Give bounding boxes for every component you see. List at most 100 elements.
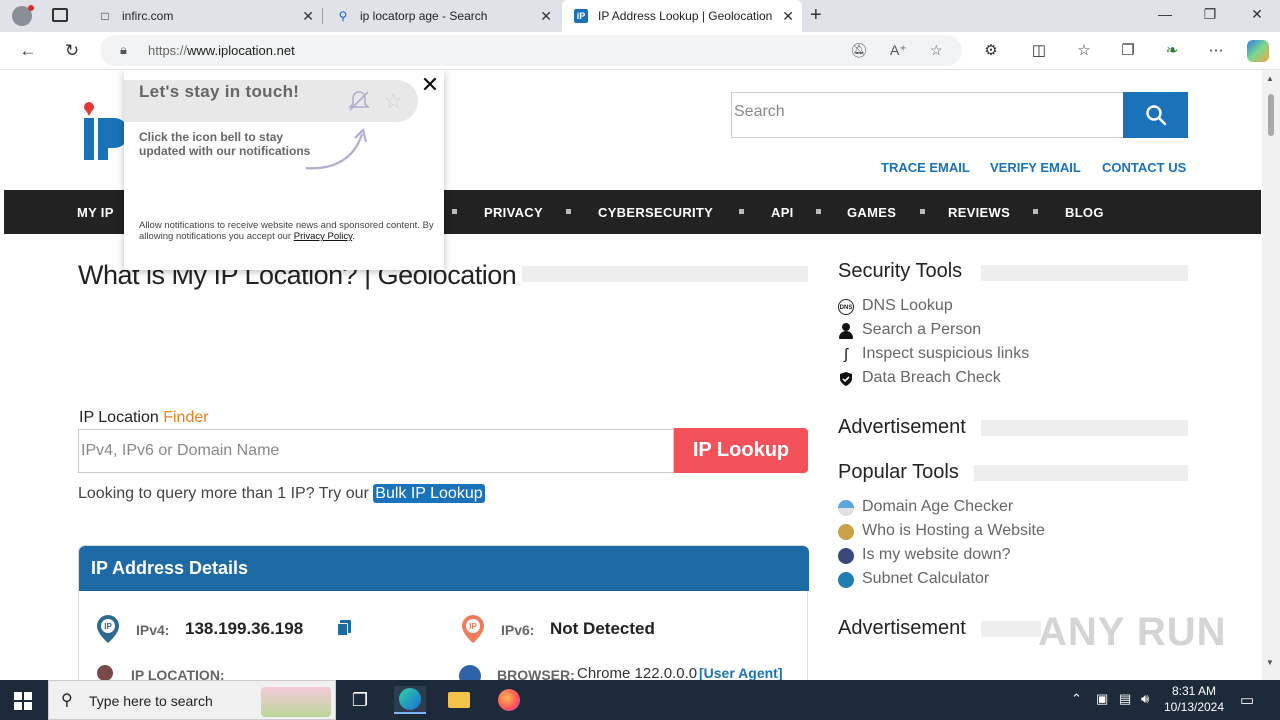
popup-close-icon[interactable]: ✕ (418, 72, 442, 98)
task-view-icon[interactable]: ❐ (344, 686, 376, 714)
extensions-icon[interactable]: ⚙ (981, 41, 1001, 59)
copy-icon[interactable] (337, 620, 351, 636)
browser-globe-icon (459, 665, 481, 680)
popup-title: Let's stay in touch! (139, 82, 300, 101)
bell-off-icon[interactable] (346, 88, 372, 114)
iplocation-logo[interactable] (82, 98, 130, 162)
tab-separator (322, 8, 323, 24)
site-search-input[interactable]: Search (731, 92, 1123, 138)
notification-dot (28, 5, 34, 11)
chevron-up-icon[interactable]: ⌃ (1071, 691, 1082, 707)
nav-reviews[interactable]: REVIEWS (948, 205, 1010, 220)
nav-privacy[interactable]: PRIVACY (484, 205, 543, 220)
person-icon (838, 323, 854, 339)
more-icon[interactable]: ⋯ (1206, 41, 1226, 59)
search-button[interactable] (1123, 92, 1188, 138)
hosting-icon (838, 524, 854, 540)
restore-icon[interactable]: ❐ (1200, 6, 1220, 23)
tab-infirc[interactable]: □ infirc.com ✕ (86, 0, 322, 32)
ip-input[interactable]: IPv4, IPv6 or Domain Name (78, 429, 674, 473)
performance-icon[interactable]: ❧ (1162, 41, 1182, 59)
website-down-icon (838, 548, 854, 564)
nav-my-ip[interactable]: MY IP (77, 205, 114, 220)
clock[interactable]: 8:31 AM 10/13/2024 (1162, 683, 1226, 715)
tab-search[interactable]: ⚲ ip locatorp age - Search ✕ (324, 0, 560, 32)
ipv6-pin-icon: IP (462, 615, 484, 643)
tab-iplocation[interactable]: iP IP Address Lookup | Geolocation ✕ (562, 0, 802, 32)
privacy-policy-link[interactable]: Privacy Policy (294, 231, 352, 242)
taskbar-search[interactable]: ⚲ Type here to search (48, 680, 336, 720)
nav-separator (816, 209, 821, 214)
popup-consent-text: Allow notifications to receive website n… (139, 220, 434, 242)
domain-age-icon (838, 500, 854, 516)
copilot-icon[interactable] (1247, 40, 1269, 62)
new-tab-button[interactable]: + (810, 4, 822, 27)
ip-lookup-button[interactable]: IP Lookup (674, 428, 808, 473)
domain-age-link[interactable]: Domain Age Checker (862, 498, 1013, 516)
device-icon[interactable]: ▣ (1096, 691, 1108, 707)
close-icon[interactable]: ✕ (782, 8, 794, 25)
curved-arrow-icon (305, 127, 368, 170)
subnet-calculator-link[interactable]: Subnet Calculator (862, 570, 989, 588)
browser-label: BROWSER: (497, 667, 575, 680)
windows-start-icon[interactable] (14, 692, 32, 710)
page-scrollbar[interactable]: ▲ ▼ (1262, 70, 1280, 680)
notification-center-icon[interactable]: ▭ (1240, 691, 1254, 709)
trace-email-link[interactable]: TRACE EMAIL (881, 160, 970, 175)
hosting-link[interactable]: Who is Hosting a Website (862, 522, 1045, 540)
close-icon[interactable]: ✕ (540, 8, 552, 25)
taskbar-search-text: Type here to search (89, 693, 213, 709)
collections-icon[interactable]: ❐ (1118, 41, 1138, 59)
read-aloud-icon[interactable]: A⁺ (890, 42, 907, 59)
file-explorer-icon[interactable] (443, 686, 475, 714)
refresh-icon[interactable]: ↻ (61, 40, 83, 62)
split-screen-icon[interactable]: ◫ (1029, 41, 1049, 59)
ipv4-value: 138.199.36.198 (185, 619, 304, 638)
user-agent-link[interactable]: [User Agent] (699, 665, 783, 680)
inspect-links-link[interactable]: Inspect suspicious links (862, 345, 1029, 363)
anyrun-watermark: ANY RUN (1038, 610, 1227, 654)
url-bar[interactable]: 🔒︎ https://www.iplocation.net 🔕︎ A⁺ ☆ (100, 35, 962, 66)
notifications-blocked-icon[interactable]: 🔕︎ (850, 42, 868, 59)
scrollbar-thumb[interactable] (1268, 94, 1274, 136)
advertisement-rule (981, 420, 1188, 436)
ipv4-label: IPv4: (136, 622, 170, 638)
network-icon[interactable]: ▤ (1119, 691, 1131, 707)
search-person-link[interactable]: Search a Person (862, 321, 981, 339)
scroll-up-icon[interactable]: ▲ (1266, 74, 1274, 83)
tab-title: IP Address Lookup | Geolocation (598, 9, 773, 23)
contact-us-link[interactable]: CONTACT US (1102, 160, 1186, 175)
scroll-down-icon[interactable]: ▼ (1266, 658, 1274, 667)
favorites-icon[interactable]: ☆ (1074, 41, 1094, 59)
details-title: IP Address Details (79, 546, 809, 591)
search-icon: ⚲ (338, 9, 348, 23)
lock-icon: 🔒︎ (120, 42, 127, 57)
website-down-link[interactable]: Is my website down? (862, 546, 1011, 564)
data-breach-link[interactable]: Data Breach Check (862, 369, 1001, 387)
minimize-icon[interactable]: — (1155, 6, 1175, 22)
ipv6-label: IPv6: (501, 622, 535, 638)
tab-bar: □ infirc.com ✕ ⚲ ip locatorp age - Searc… (0, 0, 1280, 32)
popular-rule (974, 465, 1188, 481)
nav-separator (566, 209, 571, 214)
firefox-icon[interactable] (493, 686, 525, 714)
back-arrow-icon[interactable]: ← (17, 40, 39, 62)
url-text: https://www.iplocation.net (148, 43, 295, 58)
svg-text:IP: IP (104, 622, 112, 631)
close-icon[interactable]: ✕ (302, 8, 314, 25)
nav-api[interactable]: API (771, 205, 794, 220)
tab-actions-icon[interactable] (52, 8, 68, 22)
hook-icon: ʃ (844, 346, 848, 363)
bulk-lookup-link[interactable]: Bulk IP Lookup (373, 484, 485, 503)
edge-icon[interactable] (394, 686, 426, 714)
dns-lookup-link[interactable]: DNS Lookup (862, 297, 953, 315)
volume-icon[interactable]: 🔊︎ (1141, 691, 1149, 707)
nav-separator (920, 209, 925, 214)
window-close-icon[interactable]: ✕ (1247, 6, 1267, 23)
favorite-star-icon[interactable]: ☆ (930, 42, 943, 59)
notification-popup: Let's stay in touch! ☆ ✕ Click the icon … (124, 70, 444, 270)
nav-blog[interactable]: BLOG (1065, 205, 1104, 220)
nav-games[interactable]: GAMES (847, 205, 896, 220)
verify-email-link[interactable]: VERIFY EMAIL (990, 160, 1081, 175)
nav-cybersecurity[interactable]: CYBERSECURITY (598, 205, 713, 220)
